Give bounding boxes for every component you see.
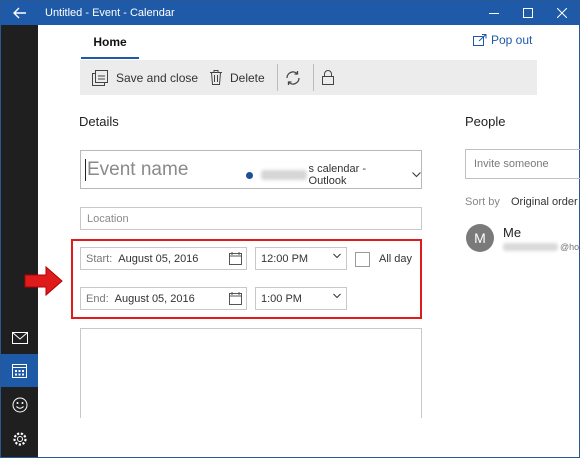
delete-label: Delete	[230, 70, 265, 85]
attendee-name: Me	[503, 225, 522, 240]
tab-home[interactable]: Home	[81, 33, 139, 59]
gear-icon	[12, 431, 27, 446]
save-and-close-button[interactable]: Save and close	[92, 60, 198, 95]
mail-icon	[11, 331, 28, 344]
invite-someone-field[interactable]	[465, 149, 580, 179]
repeat-button[interactable]	[285, 60, 301, 95]
back-arrow-icon	[13, 7, 26, 19]
repeat-icon	[286, 70, 300, 85]
calendar-color-dot	[246, 171, 253, 179]
trash-icon	[210, 70, 222, 85]
calendar-name: s calendar - Outlook	[308, 163, 367, 187]
maximize-icon	[523, 8, 533, 18]
command-bar: Save and close Delete	[80, 60, 537, 95]
minimize-button[interactable]	[477, 1, 511, 25]
event-name-field[interactable]: s calendar - Outlook	[80, 150, 422, 189]
save-close-icon	[92, 69, 108, 86]
invite-input[interactable]	[466, 150, 580, 178]
rail-item-feedback[interactable]	[1, 388, 38, 421]
red-arrow-icon	[24, 265, 63, 297]
navigation-rail	[1, 25, 38, 457]
pop-out-label: Pop out	[491, 33, 533, 47]
highlight-annotation-box	[71, 239, 422, 319]
attendee-email: @hot	[503, 242, 580, 252]
rail-item-calendar[interactable]	[1, 354, 38, 387]
sort-order-dropdown[interactable]: Original order	[511, 196, 580, 208]
sort-order-value: Original order	[511, 196, 578, 208]
calendar-selector[interactable]: s calendar - Outlook	[246, 163, 421, 187]
minimize-icon	[489, 13, 499, 14]
avatar: M	[466, 224, 494, 252]
pop-out-icon	[473, 34, 487, 46]
rail-item-mail[interactable]	[1, 321, 38, 354]
people-heading: People	[465, 114, 506, 129]
toolbar-divider	[277, 64, 278, 91]
rail-item-settings[interactable]	[1, 422, 38, 455]
text-cursor	[85, 159, 86, 181]
delete-button[interactable]: Delete	[210, 60, 265, 95]
description-editor[interactable]	[80, 328, 422, 418]
lock-icon	[322, 70, 334, 85]
window-title: Untitled - Event - Calendar	[45, 7, 175, 19]
back-button[interactable]	[7, 3, 33, 23]
redacted-email	[503, 243, 558, 251]
avatar-initial: M	[474, 230, 486, 246]
sort-by-label: Sort by	[465, 196, 500, 208]
close-button[interactable]	[545, 1, 579, 25]
save-and-close-label: Save and close	[116, 70, 199, 85]
private-button[interactable]	[322, 60, 334, 95]
location-field[interactable]	[80, 207, 422, 230]
smiley-icon	[12, 397, 27, 412]
chevron-down-icon	[412, 172, 421, 178]
close-icon	[557, 8, 567, 18]
attendee-email-suffix: @hot	[560, 242, 580, 252]
details-heading: Details	[79, 114, 119, 129]
pop-out-button[interactable]: Pop out	[473, 33, 532, 47]
redacted-account-name	[260, 170, 307, 180]
location-input[interactable]	[81, 208, 421, 229]
maximize-button[interactable]	[511, 1, 545, 25]
event-name-input[interactable]	[87, 158, 247, 182]
calendar-icon	[12, 364, 27, 378]
title-bar: Untitled - Event - Calendar	[1, 1, 579, 25]
toolbar-divider	[313, 64, 314, 91]
